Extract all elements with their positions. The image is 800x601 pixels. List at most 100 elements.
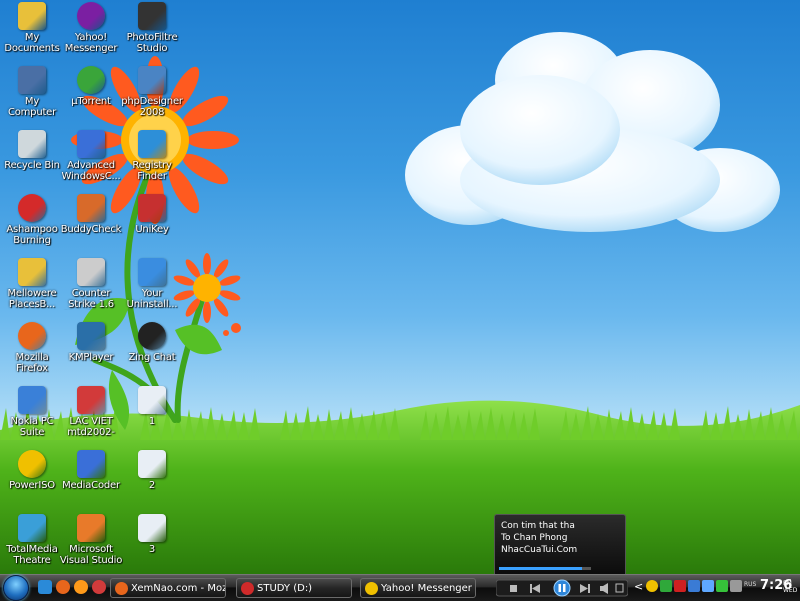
yahoo-icon [77,2,105,30]
desktop-icon-label: Your Uninstall... [126,288,178,310]
desktop-icon-buddy-check[interactable]: BuddyCheck [59,192,123,254]
yahoo-icon [365,582,378,595]
task-label: XemNao.com - Mozilla ... [131,583,226,594]
ashampoo-icon [18,194,46,222]
now-playing-popup[interactable]: Con tim that tha To Chan Phong NhacCuaTu… [494,514,626,574]
desktop-icon-label: My Computer [7,96,57,118]
desktop-icon-lacviet[interactable]: LAC VIET mtd2002-EVA [59,384,123,446]
desktop-icon-ashampoo[interactable]: Ashampoo Burning Stu... [0,192,64,254]
poweriso-icon [18,450,46,478]
task-study-folder[interactable]: STUDY (D:) [236,578,352,598]
desktop-icon-label: Mozilla Firefox [15,352,49,374]
desktop-icon-label: Advanced WindowsC... [61,160,121,182]
places-icon [18,258,46,286]
volume-tray-icon[interactable] [730,580,742,592]
cloud-shape [405,32,780,232]
media-quicklaunch-icon[interactable] [74,580,88,594]
visual-studio-icon [77,514,105,542]
task-firefox[interactable]: XemNao.com - Mozilla ... [110,578,226,598]
desktop-icon-label: BuddyCheck [60,224,122,235]
task-label: Yahoo! Messenger [381,583,472,594]
buddy-check-icon [77,194,105,222]
desktop-icon-label: Microsoft Visual Studio .NET ... [59,544,123,566]
task-yahoo-messenger[interactable]: Yahoo! Messenger [360,578,476,598]
task-label: STUDY (D:) [257,583,313,594]
song-artist: To Chan Phong [501,533,568,543]
firefox-quicklaunch-icon[interactable] [56,580,70,594]
desktop-icon-totalmedia[interactable]: TotalMedia Theatre [0,512,64,574]
desktop-icon-label: Recycle Bin [4,160,60,171]
desktop-icon-film[interactable]: PhotoFiltre Studio [120,0,184,62]
bluetooth-tray-icon[interactable] [702,580,714,592]
desktop-icon-label: UniKey [135,224,169,235]
lacviet-icon [77,386,105,414]
desktop-icon-document[interactable]: 2 [120,448,184,510]
media-controls [496,579,628,597]
desktop-icon-places[interactable]: Mellowere PlacesB... [0,256,64,318]
stop-button[interactable] [510,585,517,592]
desktop-icon-advanced-windows[interactable]: Advanced WindowsC... [59,128,123,190]
desktop-icon-visual-studio[interactable]: Microsoft Visual Studio .NET ... [59,512,123,574]
kmplayer-icon [77,322,105,350]
uninstaller-icon [138,258,166,286]
desktop-icon-label: 3 [148,544,156,555]
show-desktop-icon[interactable] [92,580,106,594]
desktop-icon-kmplayer[interactable]: KMPlayer [59,320,123,382]
flower-buds [223,323,241,336]
desktop-icon-zing-chat[interactable]: Zing Chat [120,320,184,382]
desktop-icon-nokia[interactable]: Nokia PC Suite [0,384,64,446]
desktop-icon-php[interactable]: phpDesigner 2008 [120,64,184,126]
desktop-icon-label: My Documents [4,32,60,54]
desktop-icon-recycle-bin[interactable]: Recycle Bin [0,128,64,190]
desktop-icon-label: Nokia PC Suite [10,416,54,438]
computer-icon [18,66,46,94]
ie-quicklaunch-icon[interactable] [38,580,52,594]
document-icon [138,450,166,478]
desktop-icon-label: 1 [148,416,156,427]
desktop-icon-uninstaller[interactable]: Your Uninstall... [120,256,184,318]
desktop-icon-yahoo[interactable]: Yahoo! Messenger [59,0,123,62]
desktop-icon-poweriso[interactable]: PowerISO [0,448,64,510]
desktop-icon-firefox[interactable]: Mozilla Firefox [0,320,64,382]
desktop-icon-computer[interactable]: My Computer [0,64,64,126]
desktop[interactable]: My Documents Yahoo! Messenger PhotoFiltre … [0,0,800,574]
registry-icon [138,130,166,158]
song-source: NhacCuaTui.Com [501,545,578,555]
mediacoder-icon [77,450,105,478]
folder-icon [241,582,254,595]
desktop-icon-label: PhotoFiltre Studio [126,32,178,54]
desktop-icon-label: LAC VIET mtd2002-EVA [67,416,115,438]
desktop-icon-label: phpDesigner 2008 [121,96,183,118]
song-progress-fill [499,567,582,570]
song-title: Con tim that tha [501,521,575,531]
zing-chat-icon [138,322,166,350]
document-icon [138,386,166,414]
desktop-icon-mediacoder[interactable]: MediaCoder [59,448,123,510]
antivirus-tray-icon[interactable] [674,580,686,592]
language-indicator[interactable]: RUS [744,582,756,588]
desktop-icon-folder-documents[interactable]: My Documents [0,0,64,62]
desktop-icon-document[interactable]: 3 [120,512,184,574]
utorrent-tray-icon[interactable] [716,580,728,592]
pause-button[interactable] [553,579,571,597]
show-hidden-icons-chevron-icon[interactable]: < [634,580,643,593]
recycle-bin-icon [18,130,46,158]
display-tray-icon[interactable] [688,580,700,592]
desktop-icon-registry[interactable]: Registry Finder [120,128,184,190]
film-icon [138,2,166,30]
totalmedia-icon [18,514,46,542]
desktop-icon-label: µTorrent [71,96,111,107]
desktop-icon-label: Mellowere PlacesB... [7,288,57,310]
yahoo-tray-icon[interactable] [646,580,658,592]
song-progress-bar[interactable] [499,567,591,570]
network-tray-icon[interactable] [660,580,672,592]
desktop-icon-counter-strike[interactable]: Counter Strike 1.6 Non Steam [59,256,123,318]
desktop-icon-document[interactable]: 1 [120,384,184,446]
desktop-icon-utorrent[interactable]: µTorrent [59,64,123,126]
counter-strike-icon [77,258,105,286]
desktop-icon-label: Ashampoo Burning Stu... [6,224,58,246]
desktop-icon-label: PowerISO [9,480,55,491]
desktop-icon-unikey[interactable]: UniKey [120,192,184,254]
start-button[interactable] [3,575,29,601]
desktop-icon-label: Zing Chat [128,352,176,363]
